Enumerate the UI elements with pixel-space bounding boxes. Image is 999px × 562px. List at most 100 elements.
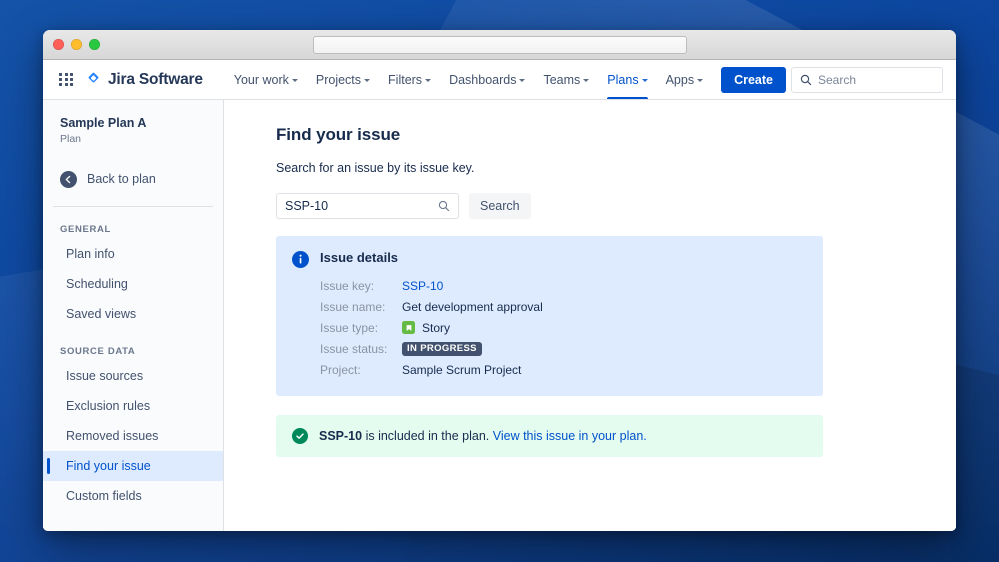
sidebar-section-general-title: GENERAL xyxy=(60,224,111,235)
sidebar-item-label: Custom fields xyxy=(66,489,142,503)
detail-row-issue-name: Issue name: Get development approval xyxy=(320,296,807,317)
chevron-down-icon xyxy=(641,79,648,82)
issue-name-value: Get development approval xyxy=(402,299,543,314)
nav-item-label: Filters xyxy=(388,72,423,87)
plan-subtitle: Plan xyxy=(60,133,82,145)
sidebar-item-exclusion-rules[interactable]: Exclusion rules xyxy=(43,391,223,421)
sidebar-item-removed-issues[interactable]: Removed issues xyxy=(43,421,223,451)
arrow-left-circle-icon xyxy=(60,170,77,188)
issue-details-panel: Issue details Issue key: SSP-10 Issue na… xyxy=(276,236,823,396)
check-circle-icon xyxy=(292,428,308,444)
chevron-down-icon xyxy=(519,79,526,82)
detail-row-issue-type: Issue type: Story xyxy=(320,317,807,338)
nav-item-your-work[interactable]: Your work xyxy=(225,60,307,99)
sidebar-item-label: Removed issues xyxy=(66,429,159,443)
issue-search-row: SSP-10 Search xyxy=(276,193,956,219)
sidebar-item-label: Plan info xyxy=(66,247,115,261)
grid-apps-icon[interactable] xyxy=(56,70,76,90)
success-banner: SSP-10 is included in the plan. View thi… xyxy=(276,415,823,457)
issue-type-value-wrap: Story xyxy=(402,321,450,335)
detail-row-project: Project: Sample Scrum Project xyxy=(320,359,807,380)
issue-key-input[interactable]: SSP-10 xyxy=(276,193,459,219)
sidebar-item-label: Scheduling xyxy=(66,277,128,291)
nav-item-label: Plans xyxy=(607,72,639,87)
nav-item-dashboards[interactable]: Dashboards xyxy=(440,60,534,99)
detail-label: Issue name: xyxy=(320,299,386,314)
issue-details-heading: Issue details xyxy=(320,250,399,265)
detail-label: Project: xyxy=(320,362,361,377)
issue-key-link[interactable]: SSP-10 xyxy=(402,279,443,293)
detail-label: Issue status: xyxy=(320,341,388,356)
jira-top-navigation: Jira Software Your work Projects Filters… xyxy=(43,60,956,100)
nav-item-label: Your work xyxy=(233,72,289,87)
success-issue-key: SSP-10 xyxy=(319,429,363,443)
success-banner-text: SSP-10 is included in the plan. View thi… xyxy=(319,429,647,443)
nav-item-plans[interactable]: Plans xyxy=(598,60,656,99)
status-badge: IN PROGRESS xyxy=(402,341,482,356)
detail-label: Issue type: xyxy=(320,320,379,335)
main-content: Find your issue Search for an issue by i… xyxy=(224,100,956,531)
nav-item-teams[interactable]: Teams xyxy=(534,60,598,99)
nav-item-label: Apps xyxy=(665,72,695,87)
search-button[interactable]: Search xyxy=(469,193,531,219)
issue-details-body: Issue details Issue key: SSP-10 Issue na… xyxy=(320,250,807,380)
nav-item-filters[interactable]: Filters xyxy=(379,60,440,99)
close-window-button[interactable] xyxy=(53,39,64,50)
sidebar-item-label: Find your issue xyxy=(66,459,151,473)
plan-title: Sample Plan A xyxy=(60,116,147,130)
sidebar-item-custom-fields[interactable]: Custom fields xyxy=(43,481,223,511)
back-to-plan-label: Back to plan xyxy=(87,172,156,186)
maximize-window-button[interactable] xyxy=(89,39,100,50)
story-icon xyxy=(402,321,415,334)
chevron-down-icon xyxy=(291,79,298,82)
sidebar-divider xyxy=(53,206,213,207)
sidebar-item-scheduling[interactable]: Scheduling xyxy=(43,269,223,299)
project-value: Sample Scrum Project xyxy=(402,362,522,377)
sidebar-item-label: Saved views xyxy=(66,307,137,321)
brand-text: Jira Software xyxy=(108,70,203,88)
chevron-down-icon xyxy=(583,79,590,82)
chevron-down-icon xyxy=(697,79,704,82)
create-button[interactable]: Create xyxy=(721,66,786,93)
nav-item-label: Projects xyxy=(315,72,362,87)
sidebar-item-issue-sources[interactable]: Issue sources xyxy=(43,361,223,391)
plan-header: Sample Plan A Plan xyxy=(43,115,223,145)
window-controls xyxy=(53,39,100,50)
issue-status-value-wrap: IN PROGRESS xyxy=(402,341,482,356)
sidebar-section-source-data-title: SOURCE DATA xyxy=(60,346,136,357)
nav-item-apps[interactable]: Apps xyxy=(657,60,713,99)
browser-window: Jira Software Your work Projects Filters… xyxy=(43,30,956,531)
sidebar-item-label: Exclusion rules xyxy=(66,399,151,413)
detail-row-issue-key: Issue key: SSP-10 xyxy=(320,275,807,296)
sidebar-item-plan-info[interactable]: Plan info xyxy=(43,239,223,269)
nav-menu: Your work Projects Filters Dashboards Te… xyxy=(225,60,712,99)
jira-diamond-logo xyxy=(85,71,102,88)
nav-item-label: Teams xyxy=(543,72,581,87)
search-icon xyxy=(438,200,450,212)
nav-item-projects[interactable]: Projects xyxy=(307,60,379,99)
issue-type-label: Story xyxy=(422,320,451,335)
detail-row-issue-status: Issue status: IN PROGRESS xyxy=(320,338,807,359)
sidebar-item-label: Issue sources xyxy=(66,369,144,383)
sidebar-item-find-your-issue[interactable]: Find your issue xyxy=(43,451,223,481)
info-circle-icon xyxy=(292,251,309,380)
global-search-input[interactable]: Search xyxy=(791,66,943,93)
search-icon xyxy=(800,74,812,85)
chevron-down-icon xyxy=(425,79,432,82)
back-to-plan-button[interactable]: Back to plan xyxy=(43,167,223,191)
window-body: Sample Plan A Plan Back to plan GENERAL … xyxy=(43,100,956,531)
detail-label: Issue key: xyxy=(320,278,375,293)
sidebar-item-saved-views[interactable]: Saved views xyxy=(43,299,223,329)
page-title: Find your issue xyxy=(276,125,401,144)
page-subtitle: Search for an issue by its issue key. xyxy=(276,161,475,175)
global-search-placeholder: Search xyxy=(818,72,857,87)
minimize-window-button[interactable] xyxy=(71,39,82,50)
chevron-down-icon xyxy=(364,79,371,82)
success-message: is included in the plan. xyxy=(362,429,493,443)
view-issue-in-plan-link[interactable]: View this issue in your plan. xyxy=(493,429,647,443)
address-bar[interactable] xyxy=(313,35,687,54)
plan-sidebar: Sample Plan A Plan Back to plan GENERAL … xyxy=(43,100,224,531)
nav-item-label: Dashboards xyxy=(449,72,517,87)
browser-titlebar xyxy=(43,30,956,60)
jira-brand[interactable]: Jira Software xyxy=(85,71,203,89)
